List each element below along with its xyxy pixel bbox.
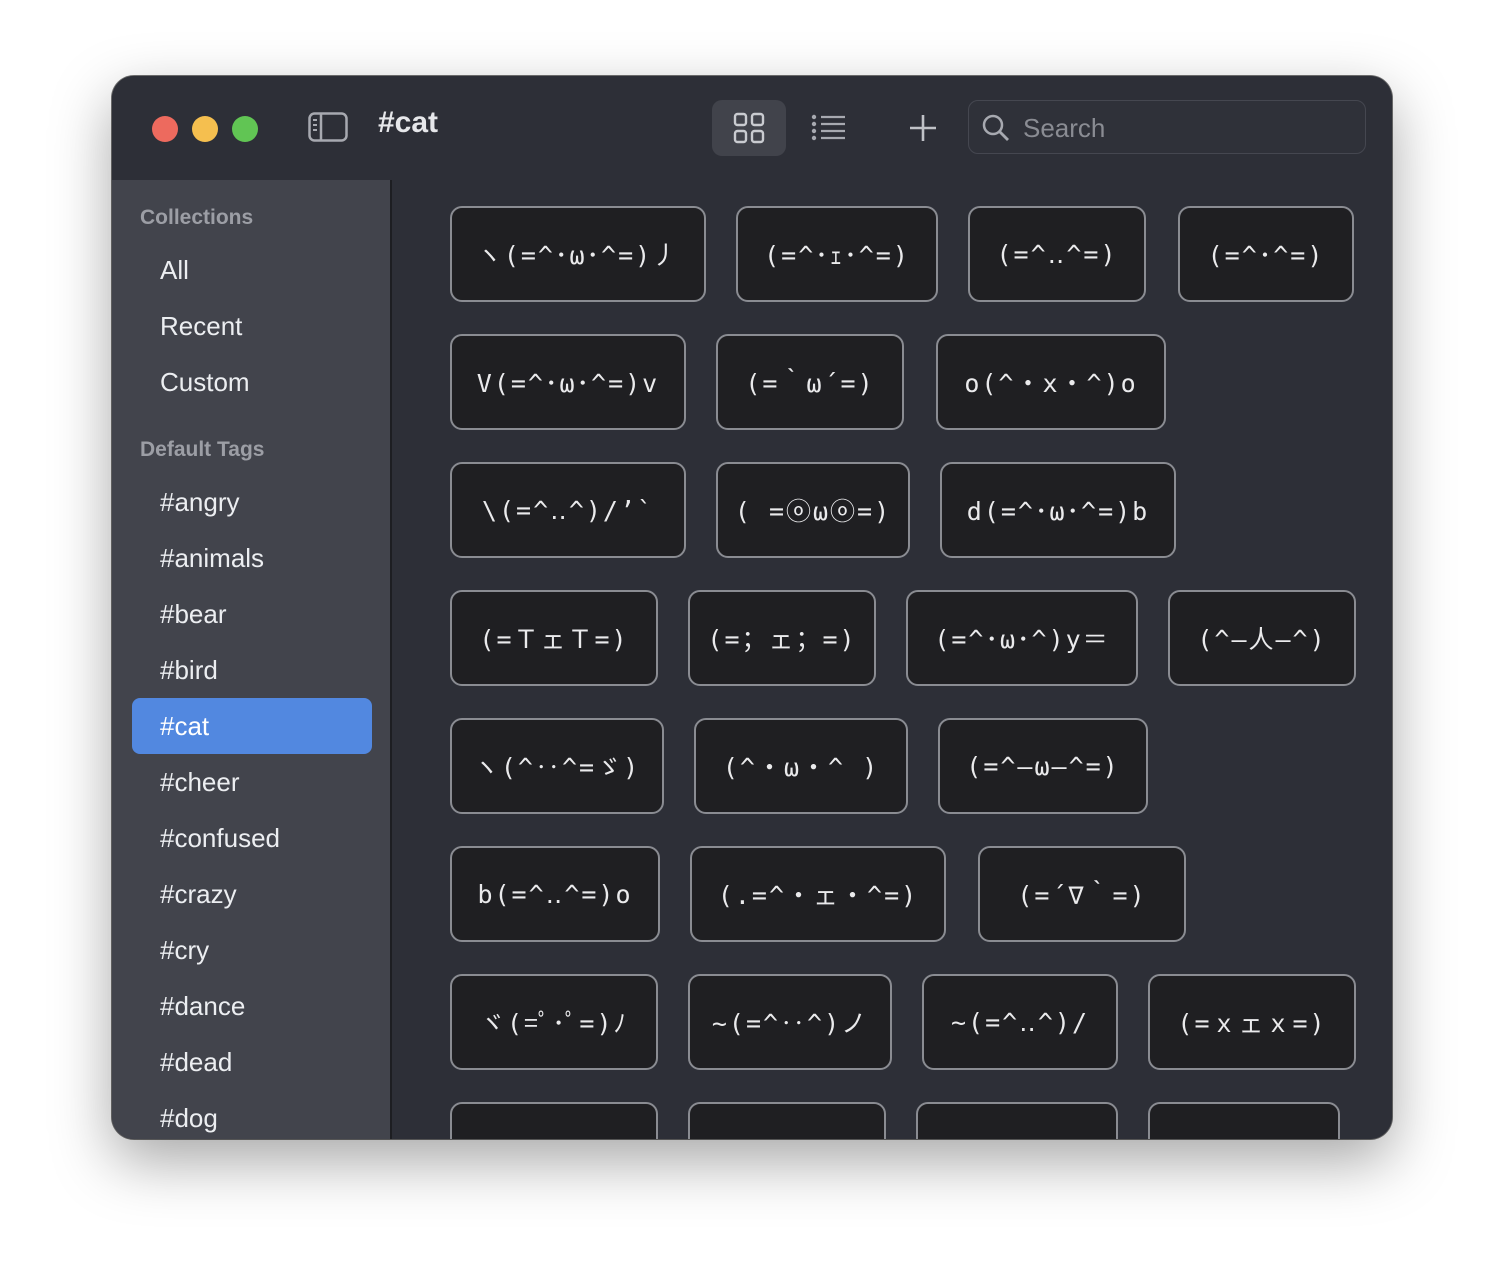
sidebar-item-cheer[interactable]: #cheer: [132, 754, 372, 810]
plus-icon: [910, 115, 936, 141]
grid-view-button[interactable]: [712, 100, 786, 156]
collections-heading: Collections: [140, 206, 254, 229]
search-input[interactable]: [1021, 109, 1355, 147]
list-view-button[interactable]: [804, 100, 854, 156]
emoticon-chip[interactable]: (.=^・ェ・^=): [690, 846, 946, 942]
emoticon-chip[interactable]: (=´∇｀=): [978, 846, 1186, 942]
emoticon-chip[interactable]: (^・ω・^ ): [694, 718, 908, 814]
emoticon-chip[interactable]: (=ｘェｘ=): [1148, 974, 1356, 1070]
emoticon-chip[interactable]: V(=^･ω･^=)v: [450, 334, 686, 430]
emoticon-chip[interactable]: ヽ(^‥^=ゞ): [450, 718, 664, 814]
zoom-window-button[interactable]: [232, 116, 258, 142]
search-icon: [982, 114, 1009, 141]
emoticon-chip[interactable]: \(=^‥^)/’`: [450, 462, 686, 558]
emoticon-chip[interactable]: ~(=^‥^)ノ: [688, 974, 892, 1070]
emoticon-chip[interactable]: [916, 1102, 1118, 1139]
emoticon-chip[interactable]: (=^･ω･^)y＝: [906, 590, 1138, 686]
emoticon-chip[interactable]: o(^・x・^)o: [936, 334, 1166, 430]
emoticon-chip[interactable]: (=；ェ；=): [688, 590, 876, 686]
sidebar-item-cat[interactable]: #cat: [132, 698, 372, 754]
app-window: #cat Search Collections All Recent Custo…: [112, 76, 1392, 1139]
sidebar-item-all[interactable]: All: [132, 242, 372, 298]
emoticon-chip[interactable]: (=^･^=): [1178, 206, 1354, 302]
minimize-window-button[interactable]: [192, 116, 218, 142]
default-tags-heading: Default Tags: [140, 438, 265, 461]
sidebar-item-bear[interactable]: #bear: [132, 586, 372, 642]
emoticon-chip[interactable]: (=ＴェＴ=): [450, 590, 658, 686]
sidebar-item-confused[interactable]: #confused: [132, 810, 372, 866]
sidebar-item-dog[interactable]: #dog: [132, 1090, 372, 1139]
emoticon-chip[interactable]: ヽ(=^･ω･^=)丿: [450, 206, 706, 302]
sidebar-item-bird[interactable]: #bird: [132, 642, 372, 698]
sidebar-item-angry[interactable]: #angry: [132, 474, 372, 530]
emoticon-chip[interactable]: d(=^･ω･^=)b: [940, 462, 1176, 558]
sidebar-item-recent[interactable]: Recent: [132, 298, 372, 354]
emoticon-chip[interactable]: [450, 1102, 658, 1139]
emoticon-chip[interactable]: (=｀ω´=): [716, 334, 904, 430]
emoticon-grid: ヽ(=^･ω･^=)丿 (=^･ｪ･^=) (=^‥^=) (=^･^=) V(…: [394, 180, 1392, 1139]
list-icon: [811, 114, 845, 141]
emoticon-chip[interactable]: (=^･ｪ･^=): [736, 206, 938, 302]
sidebar: Collections All Recent Custom Default Ta…: [112, 180, 392, 1139]
sidebar-item-cry[interactable]: #cry: [132, 922, 372, 978]
sidebar-toggle-icon[interactable]: [308, 112, 348, 142]
window-title: #cat: [378, 106, 439, 139]
add-button[interactable]: [900, 100, 946, 156]
emoticon-chip[interactable]: [1148, 1102, 1340, 1139]
sidebar-item-animals[interactable]: #animals: [132, 530, 372, 586]
emoticon-chip[interactable]: ヾ(=ﾟ･ﾟ=)ﾉ: [450, 974, 658, 1070]
title-bar: #cat: [112, 76, 1392, 180]
search-field[interactable]: [968, 100, 1366, 154]
emoticon-chip[interactable]: (=^–ω–^=): [938, 718, 1148, 814]
emoticon-chip[interactable]: ( =ⓞωⓞ=): [716, 462, 910, 558]
sidebar-item-dance[interactable]: #dance: [132, 978, 372, 1034]
close-window-button[interactable]: [152, 116, 178, 142]
emoticon-chip[interactable]: ~(=^‥^)/: [922, 974, 1118, 1070]
emoticon-chip[interactable]: (=^‥^=): [968, 206, 1146, 302]
sidebar-item-custom[interactable]: Custom: [132, 354, 372, 410]
grid-icon: [733, 112, 765, 144]
emoticon-chip[interactable]: b(=^‥^=)o: [450, 846, 660, 942]
sidebar-item-dead[interactable]: #dead: [132, 1034, 372, 1090]
sidebar-item-crazy[interactable]: #crazy: [132, 866, 372, 922]
emoticon-chip[interactable]: [688, 1102, 886, 1139]
emoticon-chip[interactable]: (^–人–^): [1168, 590, 1356, 686]
